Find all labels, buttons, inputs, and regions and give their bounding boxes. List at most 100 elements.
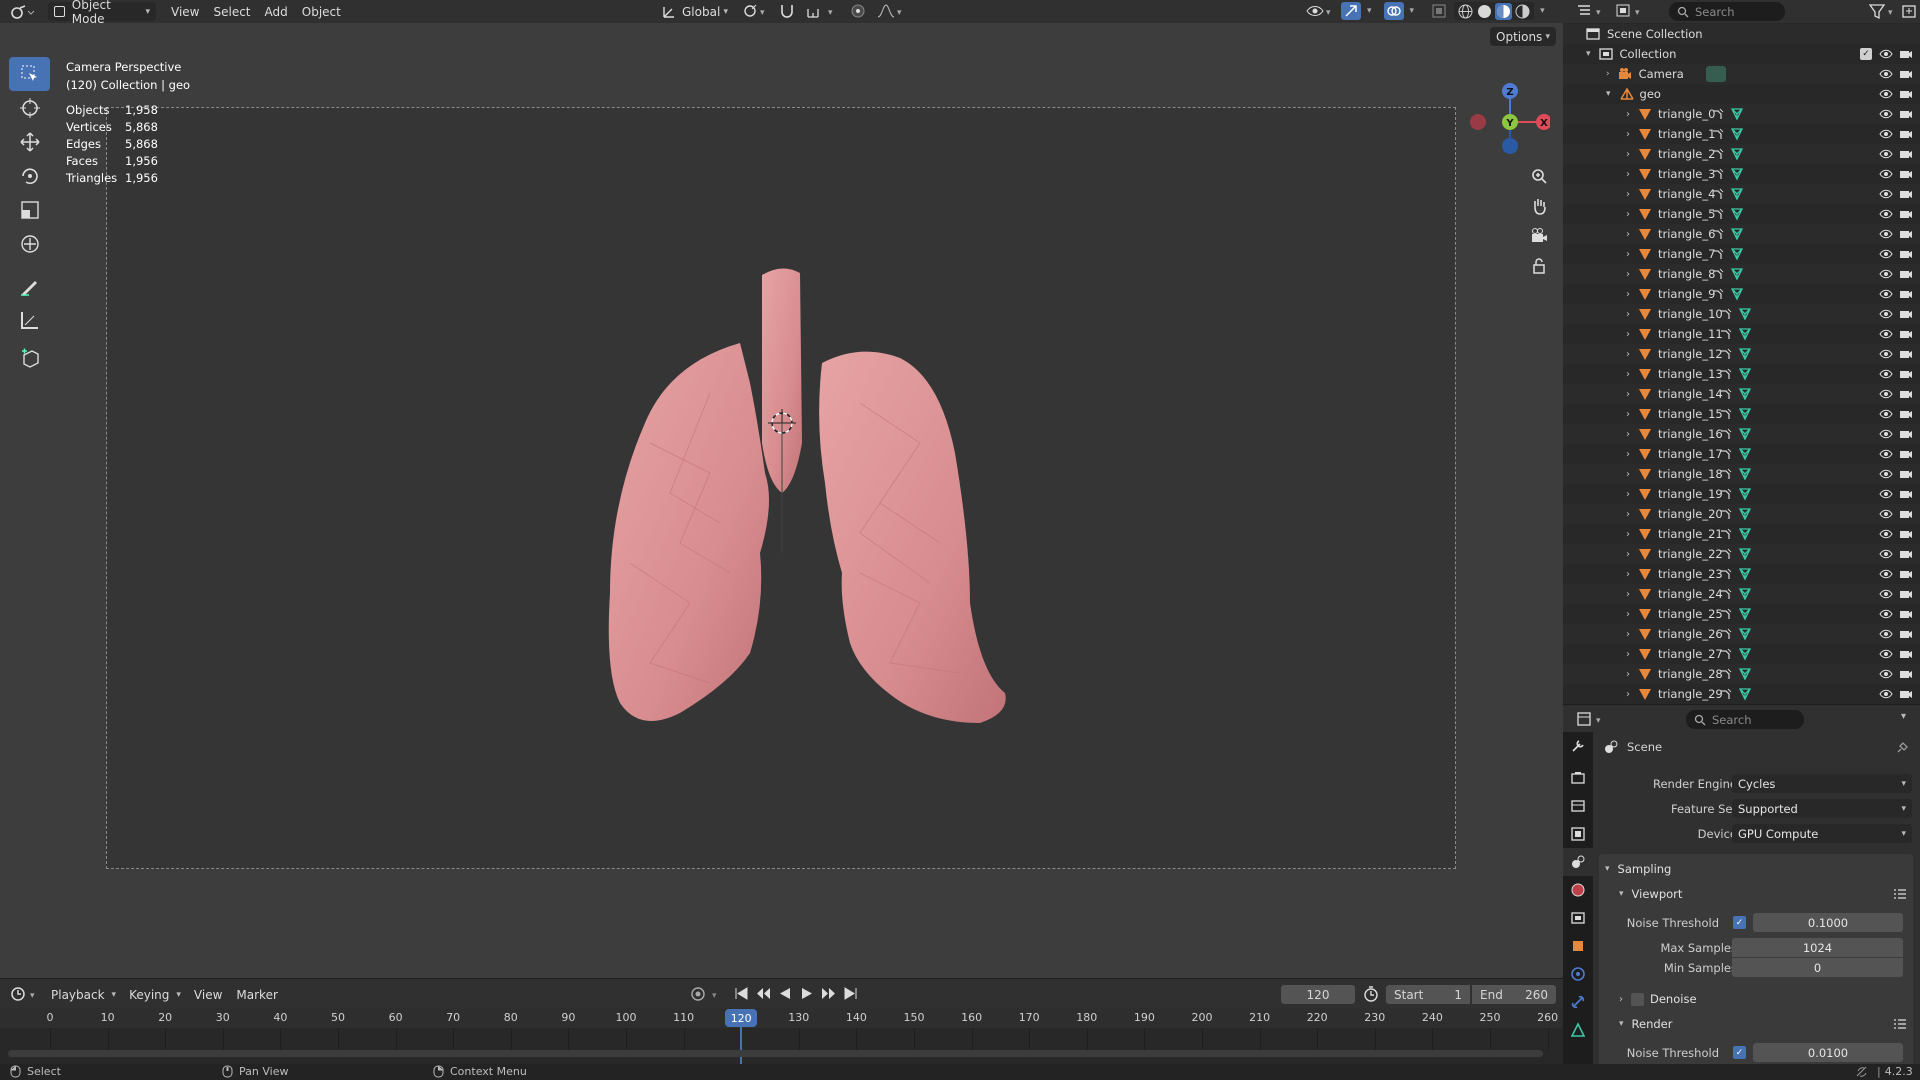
render-camera-icon[interactable] (1899, 67, 1913, 81)
modifier-icon[interactable] (1719, 327, 1733, 341)
eye-icon[interactable] (1879, 687, 1893, 701)
editor-type-button[interactable] (8, 2, 38, 21)
outliner-item[interactable]: › triangle_26 (1563, 624, 1920, 644)
modifier-icon[interactable] (1711, 167, 1725, 181)
chevron-right-icon[interactable]: › (1626, 549, 1630, 560)
outliner-item[interactable]: › triangle_24 (1563, 584, 1920, 604)
render-camera-icon[interactable] (1899, 247, 1913, 261)
eye-icon[interactable] (1879, 207, 1893, 221)
render-camera-icon[interactable] (1899, 687, 1913, 701)
render-camera-icon[interactable] (1899, 47, 1913, 61)
mesh-data-icon[interactable] (1730, 247, 1744, 261)
modifier-icon[interactable] (1711, 107, 1725, 121)
modifier-icon[interactable] (1719, 567, 1733, 581)
viewport-subpanel-header[interactable]: ▾ Viewport (1619, 883, 1682, 905)
jump-to-keyframe-back-icon[interactable] (755, 985, 771, 1002)
outliner-item[interactable]: › triangle_14 (1563, 384, 1920, 404)
eye-icon[interactable] (1879, 587, 1893, 601)
modifier-icon[interactable] (1719, 347, 1733, 361)
eye-icon[interactable] (1879, 647, 1893, 661)
annotate-tool[interactable] (9, 269, 50, 303)
camera-data-icon[interactable] (1705, 66, 1726, 82)
render-camera-icon[interactable] (1899, 207, 1913, 221)
min-samples-field[interactable]: 0 (1732, 958, 1903, 977)
outliner-item[interactable]: › triangle_0 (1563, 104, 1920, 124)
outliner-item[interactable]: › triangle_5 (1563, 204, 1920, 224)
mesh-data-icon[interactable] (1730, 207, 1744, 221)
menu-view[interactable]: View (164, 5, 206, 19)
modifier-icon[interactable] (1719, 467, 1733, 481)
mesh-data-icon[interactable] (1738, 367, 1752, 381)
render-subpanel-header[interactable]: ▾ Render (1619, 1013, 1672, 1035)
mesh-data-icon[interactable] (1738, 407, 1752, 421)
chevron-right-icon[interactable]: › (1626, 109, 1630, 120)
chevron-right-icon[interactable]: › (1626, 529, 1630, 540)
mesh-data-icon[interactable] (1738, 687, 1752, 701)
eye-icon[interactable] (1879, 327, 1893, 341)
chevron-right-icon[interactable]: › (1626, 569, 1630, 580)
chevron-down-icon[interactable]: ▾ (176, 990, 181, 1000)
menu-keying[interactable]: Keying (122, 988, 176, 1002)
mesh-data-icon[interactable] (1738, 447, 1752, 461)
tab-tool[interactable] (1563, 732, 1593, 760)
chevron-right-icon[interactable]: › (1626, 149, 1630, 160)
transform-tool[interactable] (9, 227, 50, 261)
outliner-item[interactable]: › triangle_27 (1563, 644, 1920, 664)
mesh-data-icon[interactable] (1738, 527, 1752, 541)
filter-icon[interactable]: ▾ (1868, 3, 1898, 20)
snap-icon[interactable] (778, 3, 796, 20)
outliner-item[interactable]: › triangle_2 (1563, 144, 1920, 164)
scale-tool[interactable] (9, 193, 50, 227)
mesh-data-icon[interactable] (1730, 187, 1744, 201)
chevron-down-icon[interactable]: ▾ (1367, 6, 1372, 16)
tab-scene[interactable] (1563, 848, 1593, 876)
chevron-down-icon[interactable]: ▾ (112, 990, 117, 1000)
modifier-icon[interactable] (1711, 287, 1725, 301)
mesh-data-icon[interactable] (1738, 567, 1752, 581)
outliner-camera[interactable]: › Camera (1563, 64, 1920, 84)
add-cube-tool[interactable] (9, 341, 50, 375)
render-camera-icon[interactable] (1899, 567, 1913, 581)
chevron-right-icon[interactable]: › (1626, 509, 1630, 520)
eye-icon[interactable] (1879, 407, 1893, 421)
eye-icon[interactable] (1879, 667, 1893, 681)
mesh-data-icon[interactable] (1738, 547, 1752, 561)
render-camera-icon[interactable] (1899, 647, 1913, 661)
render-camera-icon[interactable] (1899, 547, 1913, 561)
chevron-right-icon[interactable]: › (1626, 369, 1630, 380)
chevron-right-icon[interactable]: › (1626, 409, 1630, 420)
modifier-icon[interactable] (1711, 267, 1725, 281)
wireframe-shading-icon[interactable] (1457, 3, 1474, 20)
chevron-right-icon[interactable]: › (1626, 189, 1630, 200)
mesh-data-icon[interactable] (1738, 487, 1752, 501)
eye-icon[interactable] (1879, 167, 1893, 181)
pivot-point-icon[interactable]: ▾ (742, 3, 768, 20)
overlay-toggle[interactable] (1383, 2, 1404, 20)
outliner-item[interactable]: › triangle_18 (1563, 464, 1920, 484)
render-noise-threshold-checkbox[interactable]: ✓ (1733, 1046, 1746, 1059)
navigation-gizmo[interactable]: Z X Y (1470, 59, 1550, 169)
modifier-icon[interactable] (1711, 207, 1725, 221)
outliner-item[interactable]: › triangle_8 (1563, 264, 1920, 284)
outliner-item[interactable]: › triangle_19 (1563, 484, 1920, 504)
eye-icon[interactable] (1879, 367, 1893, 381)
chevron-right-icon[interactable]: › (1626, 689, 1630, 700)
render-camera-icon[interactable] (1899, 587, 1913, 601)
modifier-icon[interactable] (1719, 507, 1733, 521)
outliner-item[interactable]: › triangle_6 (1563, 224, 1920, 244)
new-collection-icon[interactable] (1901, 3, 1917, 20)
viewport-noise-threshold-checkbox[interactable]: ✓ (1733, 916, 1746, 929)
chevron-right-icon[interactable]: › (1626, 229, 1630, 240)
chevron-right-icon[interactable]: › (1626, 349, 1630, 360)
auto-keying-icon[interactable]: ▾ (690, 986, 722, 1003)
outliner-scene-collection[interactable]: Scene Collection (1563, 24, 1920, 44)
eye-icon[interactable] (1879, 347, 1893, 361)
mesh-data-icon[interactable] (1738, 647, 1752, 661)
render-camera-icon[interactable] (1899, 327, 1913, 341)
jump-to-keyframe-forward-icon[interactable] (821, 985, 837, 1002)
modifier-icon[interactable] (1719, 367, 1733, 381)
pan-button[interactable] (1526, 193, 1552, 219)
chevron-right-icon[interactable]: › (1626, 269, 1630, 280)
render-camera-icon[interactable] (1899, 447, 1913, 461)
chevron-down-icon[interactable]: ▾ (1586, 49, 1591, 59)
